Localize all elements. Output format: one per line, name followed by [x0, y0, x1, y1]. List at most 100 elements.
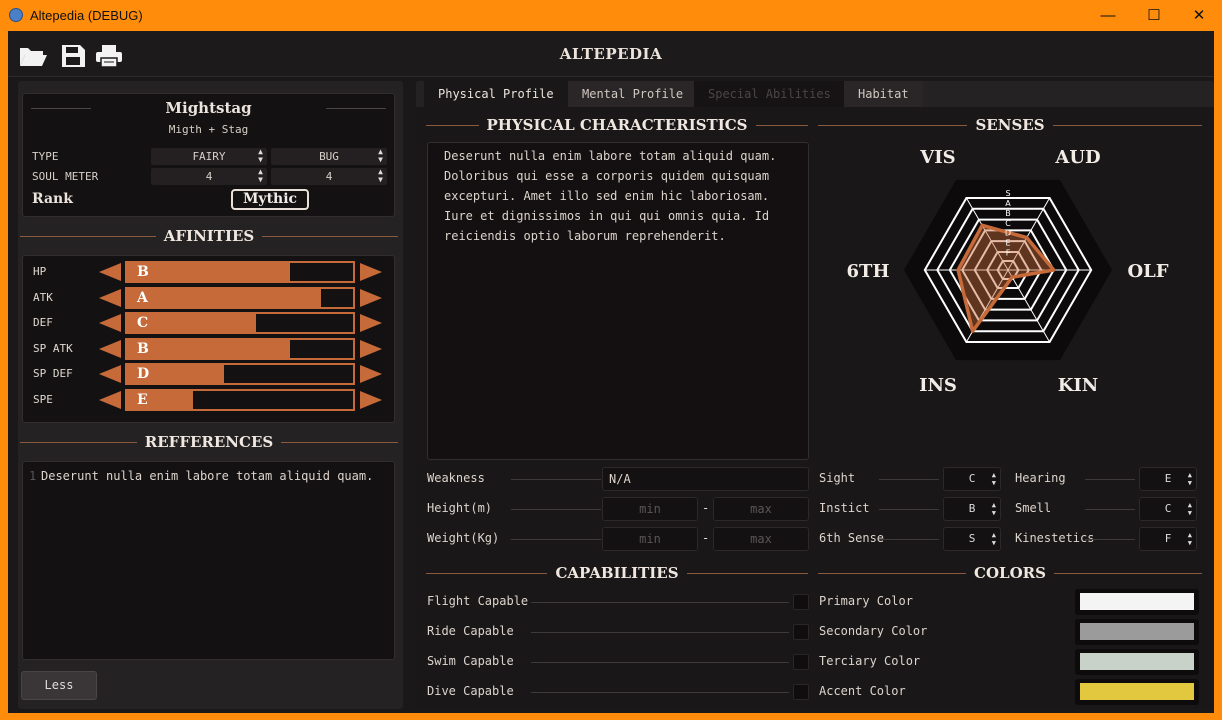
decrease-arrow-icon[interactable] — [99, 263, 121, 281]
affinity-label: SPE — [33, 393, 53, 406]
stepper-arrows-icon: ▲ ▼ — [258, 147, 263, 164]
references-title: REFFERENCES — [144, 433, 274, 451]
tab-physical-profile[interactable]: Physical Profile — [424, 81, 568, 107]
colors-header: COLORS — [818, 563, 1203, 583]
type2-select[interactable]: BUG ▲ ▼ — [271, 148, 387, 165]
height-max-input[interactable]: max — [713, 497, 809, 521]
sense-select[interactable]: B ▲ ▼ — [943, 497, 1001, 521]
capability-checkbox[interactable] — [793, 654, 809, 670]
sense-select[interactable]: S ▲ ▼ — [943, 527, 1001, 551]
increase-arrow-icon[interactable] — [360, 365, 382, 384]
affinity-rank: B — [137, 264, 149, 280]
references-header: REFFERENCES — [20, 432, 399, 452]
capability-checkbox[interactable] — [793, 684, 809, 700]
sense-row: Sight C ▲ ▼ — [819, 467, 1005, 491]
capability-checkbox[interactable] — [793, 624, 809, 640]
increase-arrow-icon[interactable] — [360, 263, 382, 281]
app-window: ALTEPEDIA Mightstag Migth + Stag TYPE FA… — [8, 31, 1214, 713]
leader-line — [511, 479, 601, 480]
stepper-arrows-icon: ▲ ▼ — [991, 531, 996, 547]
range-dash: - — [702, 501, 710, 515]
color-picker-button[interactable] — [1075, 679, 1199, 705]
afinities-card: HP B ATK A DEF C SP ATK B SP DEF D SPE E — [22, 255, 395, 423]
rank-badge[interactable]: Mythic — [231, 189, 309, 210]
affinity-label: HP — [33, 265, 47, 278]
sense-label: Hearing — [1015, 471, 1066, 485]
sense-value: C — [1164, 502, 1172, 515]
type1-select[interactable]: FAIRY ▲ ▼ — [151, 148, 267, 165]
range-dash: - — [702, 531, 710, 545]
affinity-bar: E — [125, 389, 355, 411]
color-row: Secondary Color — [819, 619, 1203, 645]
color-row: Primary Color — [819, 589, 1203, 615]
sense-select[interactable]: C ▲ ▼ — [943, 467, 1001, 491]
close-button[interactable]: ✕ — [1176, 0, 1222, 30]
tab-habitat[interactable]: Habitat — [844, 81, 923, 107]
axis-label-aud: AUD — [1054, 147, 1100, 168]
references-editor[interactable]: 1 Deserunt nulla enim labore totam aliqu… — [22, 461, 395, 660]
capabilities-header: CAPABILITIES — [426, 563, 809, 583]
height-min-input[interactable]: min — [602, 497, 698, 521]
type2-value: BUG — [319, 150, 339, 163]
sense-select[interactable]: C ▲ ▼ — [1139, 497, 1197, 521]
maximize-button[interactable]: ☐ — [1131, 0, 1177, 30]
window-title: Altepedia (DEBUG) — [30, 8, 143, 23]
creature-name: Mightstag — [165, 99, 252, 117]
description-editor[interactable]: Deserunt nulla enim labore totam aliquid… — [427, 142, 809, 460]
weight-row: Weight(Kg) min - max — [427, 527, 809, 551]
colors-title: COLORS — [974, 564, 1046, 582]
increase-arrow-icon[interactable] — [360, 339, 382, 358]
title-bar: Altepedia (DEBUG) — ☐ ✕ — [0, 0, 1222, 30]
capability-checkbox[interactable] — [793, 594, 809, 610]
decrease-arrow-icon[interactable] — [99, 314, 121, 333]
description-line: Doloribus qui esse a corporis quidem qui… — [444, 169, 770, 183]
weakness-input[interactable]: N/A — [602, 467, 809, 491]
stepper-arrows-icon: ▲ ▼ — [1187, 471, 1192, 487]
description-line: Deserunt nulla enim labore totam aliquid… — [444, 149, 777, 163]
header-bar: ALTEPEDIA — [8, 31, 1214, 77]
weight-min-input[interactable]: min — [602, 527, 698, 551]
minimize-button[interactable]: — — [1085, 0, 1131, 30]
leader-line — [511, 539, 601, 540]
increase-arrow-icon[interactable] — [360, 288, 382, 307]
afinities-title: AFINITIES — [163, 227, 255, 245]
creature-origin: Migth + Stag — [168, 123, 249, 136]
decrease-arrow-icon[interactable] — [99, 365, 121, 384]
affinity-bar: B — [125, 337, 355, 360]
sense-select[interactable]: F ▲ ▼ — [1139, 527, 1197, 551]
weight-max-input[interactable]: max — [713, 527, 809, 551]
tab-special-abilities: Special Abilities — [694, 81, 845, 107]
tab-mental-profile[interactable]: Mental Profile — [568, 81, 698, 107]
sense-label: Kinestetics — [1015, 531, 1095, 545]
sense-select[interactable]: E ▲ ▼ — [1139, 467, 1197, 491]
height-label: Height(m) — [427, 501, 493, 515]
soul2-stepper[interactable]: 4 ▲ ▼ — [271, 168, 387, 185]
sense-row: Smell C ▲ ▼ — [1015, 497, 1201, 521]
increase-arrow-icon[interactable] — [360, 314, 382, 333]
leader-line — [511, 509, 601, 510]
capability-row: Dive Capable — [427, 682, 809, 702]
decrease-arrow-icon[interactable] — [99, 288, 121, 307]
affinity-row: SP DEF D — [33, 363, 382, 386]
affinity-label: SP ATK — [33, 341, 73, 355]
decrease-arrow-icon[interactable] — [99, 339, 121, 358]
line-number: 1 — [29, 469, 37, 483]
scale-label: C — [1005, 219, 1011, 228]
color-swatch — [1080, 593, 1194, 610]
capability-label: Swim Capable — [427, 654, 514, 668]
type1-value: FAIRY — [192, 150, 226, 163]
less-button[interactable]: Less — [21, 671, 97, 700]
scale-label: D — [1005, 229, 1011, 238]
affinity-bar: C — [125, 312, 355, 335]
color-picker-button[interactable] — [1075, 649, 1199, 675]
affinity-label: SP DEF — [33, 367, 73, 381]
increase-arrow-icon[interactable] — [360, 391, 382, 409]
decrease-arrow-icon[interactable] — [99, 391, 121, 409]
right-panel: Physical Profile Mental Profile Special Ab… — [416, 81, 1214, 709]
color-picker-button[interactable] — [1075, 619, 1199, 645]
soul2-value: 4 — [325, 170, 333, 183]
color-picker-button[interactable] — [1075, 589, 1199, 615]
leader-line — [1085, 539, 1135, 540]
type-label: TYPE — [32, 150, 59, 163]
soul1-stepper[interactable]: 4 ▲ ▼ — [151, 168, 267, 185]
